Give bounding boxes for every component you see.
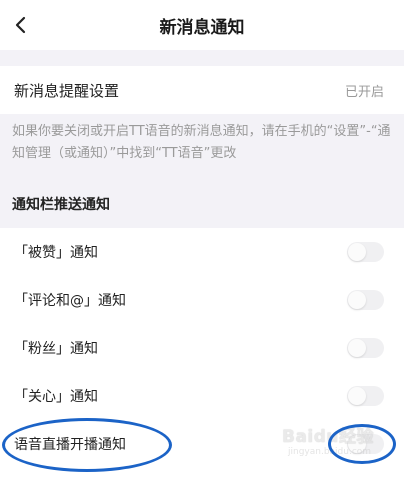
list-item-label: 「被赞」通知 bbox=[14, 245, 98, 261]
chevron-left-icon[interactable] bbox=[6, 10, 36, 40]
message-reminder-status: 已开启 bbox=[344, 84, 384, 100]
fans-toggle[interactable] bbox=[347, 338, 384, 358]
comments-toggle[interactable] bbox=[347, 290, 384, 310]
annotation-circle-toggle bbox=[328, 424, 396, 464]
list-item-care: 「关心」通知 bbox=[0, 372, 404, 420]
message-reminder-label: 新消息提醒设置 bbox=[14, 81, 120, 100]
page-title: 新消息通知 bbox=[159, 17, 245, 38]
toggle-knob bbox=[348, 291, 366, 309]
list-item-fans: 「粉丝」通知 bbox=[0, 324, 404, 372]
likes-toggle[interactable] bbox=[347, 242, 384, 262]
annotation-circle-label bbox=[2, 418, 172, 472]
section-title: 通知栏推送通知 bbox=[12, 197, 110, 213]
care-toggle[interactable] bbox=[347, 386, 384, 406]
message-reminder-setting[interactable]: 新消息提醒设置 已开启 bbox=[0, 66, 404, 114]
list-item-likes: 「被赞」通知 bbox=[0, 228, 404, 276]
top-bar: 新消息通知 bbox=[0, 0, 404, 50]
list-item-label: 「关心」通知 bbox=[14, 389, 98, 405]
hint-text: 如果你要关闭或开启TT语音的新消息通知，请在手机的“设置”-“通知管理（或通知）… bbox=[12, 124, 391, 161]
toggle-knob bbox=[348, 387, 366, 405]
list-item-label: 「评论和@」通知 bbox=[14, 293, 126, 309]
list-item-label: 「粉丝」通知 bbox=[14, 341, 98, 357]
toggle-knob bbox=[348, 339, 366, 357]
list-item-comments: 「评论和@」通知 bbox=[0, 276, 404, 324]
toggle-knob bbox=[348, 243, 366, 261]
